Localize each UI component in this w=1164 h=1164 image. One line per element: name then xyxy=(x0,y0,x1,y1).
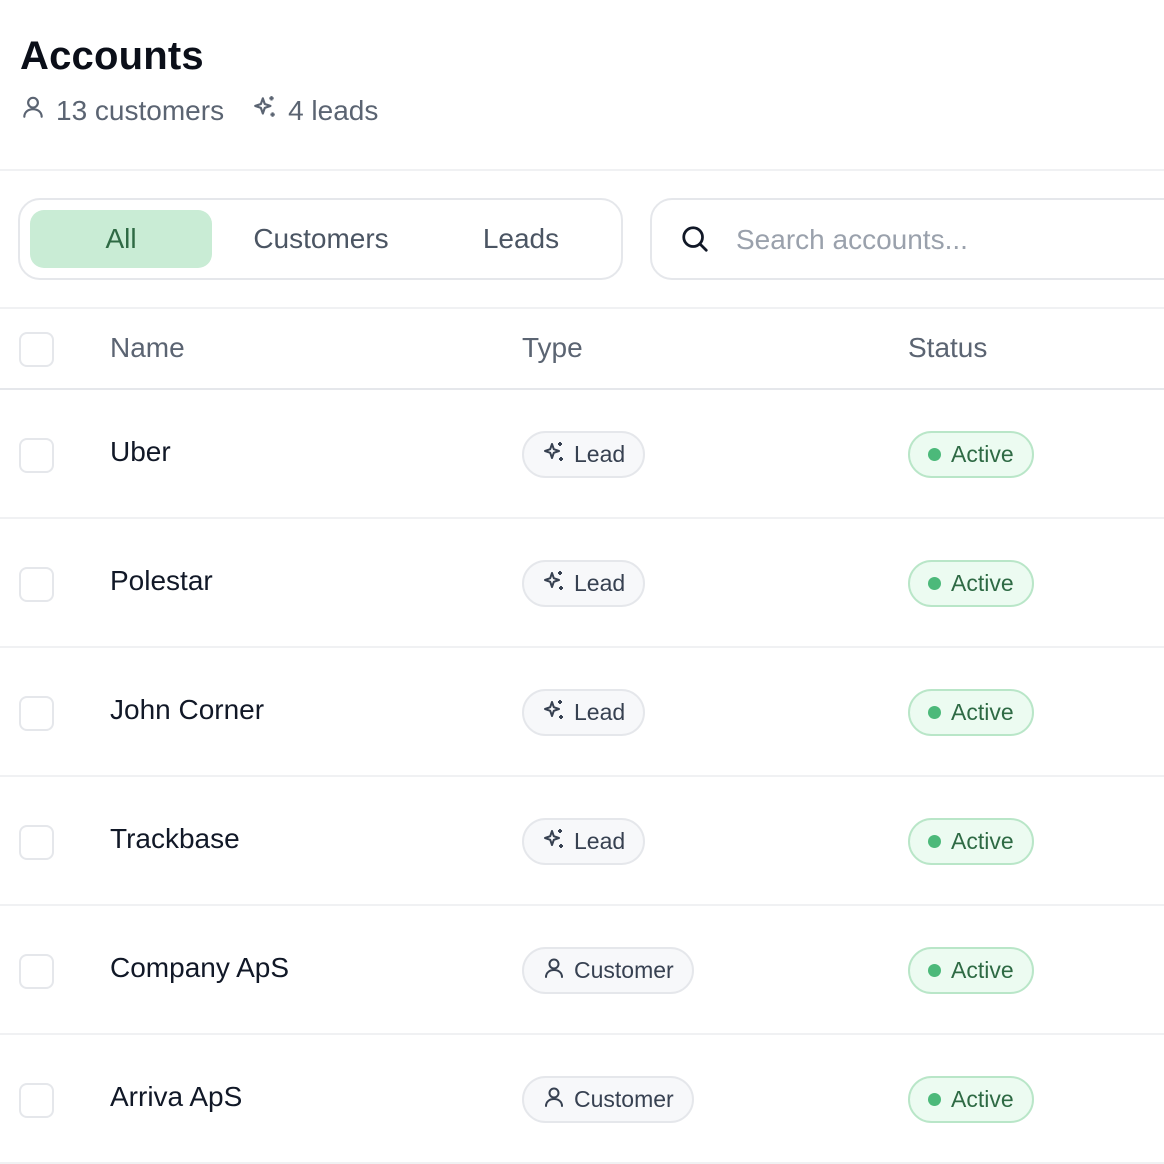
account-name: Trackbase xyxy=(110,823,240,854)
type-badge: Customer xyxy=(522,947,694,994)
table-row[interactable]: John Corner Lead Active xyxy=(0,648,1164,777)
status-label: Active xyxy=(951,828,1014,854)
type-label: Lead xyxy=(574,441,626,467)
search-input[interactable] xyxy=(734,216,1154,264)
select-all-checkbox[interactable] xyxy=(19,332,54,367)
sparkles-icon xyxy=(542,698,566,728)
status-label: Active xyxy=(951,957,1014,983)
row-checkbox[interactable] xyxy=(19,696,54,731)
account-name: Arriva ApS xyxy=(110,1081,243,1112)
page-header: Accounts 13 customers 4 leads xyxy=(0,0,1164,171)
sparkles-icon xyxy=(542,569,566,599)
tab-customers[interactable]: Customers xyxy=(222,210,420,268)
tab-leads[interactable]: Leads xyxy=(430,210,612,268)
leads-stat: 4 leads xyxy=(252,94,378,127)
sparkles-icon xyxy=(542,440,566,470)
type-label: Lead xyxy=(574,828,626,854)
table-header: Name Type Status xyxy=(0,309,1164,390)
account-name: Uber xyxy=(110,436,171,467)
status-badge: Active xyxy=(908,431,1034,478)
account-filter-tabs: All Customers Leads xyxy=(18,198,623,280)
status-label: Active xyxy=(951,441,1014,467)
user-icon xyxy=(542,1085,566,1115)
user-icon xyxy=(20,94,46,127)
table-row[interactable]: Polestar Lead Active xyxy=(0,519,1164,648)
type-badge: Lead xyxy=(522,431,646,478)
leads-count: 4 leads xyxy=(288,94,379,126)
status-badge: Active xyxy=(908,560,1034,607)
customers-count: 13 customers xyxy=(56,94,225,126)
account-name: John Corner xyxy=(110,694,265,725)
toolbar: All Customers Leads xyxy=(0,171,1164,309)
status-dot-icon xyxy=(928,964,941,977)
sparkles-icon xyxy=(252,94,278,127)
status-dot-icon xyxy=(928,448,941,461)
type-label: Lead xyxy=(574,699,626,725)
customers-stat: 13 customers xyxy=(20,94,224,127)
status-badge: Active xyxy=(908,947,1034,994)
table-row[interactable]: Company ApS Customer Active xyxy=(0,906,1164,1035)
column-header-status[interactable]: Status xyxy=(908,332,987,364)
type-label: Lead xyxy=(574,570,626,596)
type-label: Customer xyxy=(574,1086,674,1112)
table-row[interactable]: Trackbase Lead Active xyxy=(0,777,1164,906)
row-checkbox[interactable] xyxy=(19,1083,54,1118)
user-icon xyxy=(542,956,566,986)
status-badge: Active xyxy=(908,689,1034,736)
status-label: Active xyxy=(951,570,1014,596)
type-badge: Lead xyxy=(522,689,646,736)
status-dot-icon xyxy=(928,835,941,848)
table-row[interactable]: Uber Lead Active xyxy=(0,390,1164,519)
type-badge: Customer xyxy=(522,1076,694,1123)
status-dot-icon xyxy=(928,706,941,719)
sparkles-icon xyxy=(542,827,566,857)
row-checkbox[interactable] xyxy=(19,567,54,602)
status-badge: Active xyxy=(908,818,1034,865)
account-stats: 13 customers 4 leads xyxy=(20,94,378,127)
search-box[interactable] xyxy=(650,198,1164,280)
row-checkbox[interactable] xyxy=(19,954,54,989)
tab-all[interactable]: All xyxy=(30,210,212,268)
column-header-name[interactable]: Name xyxy=(110,332,185,364)
account-name: Polestar xyxy=(110,565,213,596)
type-badge: Lead xyxy=(522,560,646,607)
status-label: Active xyxy=(951,1086,1014,1112)
row-checkbox[interactable] xyxy=(19,825,54,860)
status-dot-icon xyxy=(928,1093,941,1106)
status-badge: Active xyxy=(908,1076,1034,1123)
status-dot-icon xyxy=(928,577,941,590)
type-label: Customer xyxy=(574,957,674,983)
page-title: Accounts xyxy=(20,34,204,78)
status-label: Active xyxy=(951,699,1014,725)
account-name: Company ApS xyxy=(110,952,289,983)
type-badge: Lead xyxy=(522,818,646,865)
table-row[interactable]: Arriva ApS Customer Active xyxy=(0,1035,1164,1164)
row-checkbox[interactable] xyxy=(19,438,54,473)
column-header-type[interactable]: Type xyxy=(522,332,583,364)
